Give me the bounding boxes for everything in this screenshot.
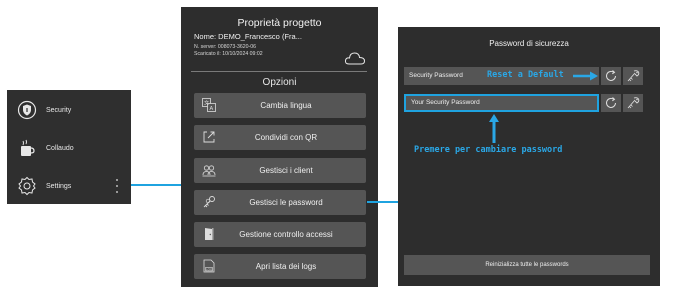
reset-default-icon[interactable] (601, 94, 621, 112)
connector-line (367, 201, 398, 203)
share-qr-button[interactable]: Condividi con QR (194, 125, 366, 150)
reset-default-annotation: Reset a Default (487, 70, 564, 80)
project-properties-panel: Proprietà progetto Nome: DEMO_Francesco … (181, 7, 378, 287)
edit-password-icon[interactable] (623, 94, 643, 112)
password-label: Security Password (409, 72, 463, 79)
screenshot-root: Security Collaudo Settings Proprietà pro… (0, 0, 700, 307)
manage-passwords-button[interactable]: Gestisci le password (194, 190, 366, 215)
manage-clients-button[interactable]: Gestisci i client (194, 158, 366, 183)
menu-item-collaudo[interactable]: Collaudo (7, 129, 131, 167)
menu-item-security[interactable]: Security (7, 91, 131, 129)
button-label: Condividi con QR (254, 133, 318, 142)
button-label: Apri lista dei logs (255, 262, 317, 271)
panel-title: Proprietà progetto (237, 17, 322, 29)
menu-item-label: Settings (46, 182, 72, 190)
menu-item-settings[interactable]: Settings (7, 167, 131, 205)
edit-password-icon[interactable] (623, 67, 643, 85)
access-control-button[interactable]: Gestione controllo accessi (194, 222, 366, 247)
panel-title: Password di sicurezza (489, 39, 569, 48)
menu-item-label: Security (46, 106, 72, 114)
button-label: Cambia lingua (260, 101, 312, 110)
language-icon: 文 A (202, 98, 216, 112)
open-logs-button[interactable]: LOG Apri lista dei logs (194, 254, 366, 279)
arrow-right-icon (573, 71, 598, 81)
your-security-password-row[interactable]: Your Security Password (404, 94, 599, 112)
left-menu-panel: Security Collaudo Settings (7, 90, 131, 204)
clients-icon (202, 163, 216, 177)
gear-icon (16, 175, 38, 197)
keys-icon (202, 195, 216, 209)
download-date: Scaricato il: 10/10/2024 09:02 (194, 51, 263, 57)
coffee-cup-icon (16, 137, 38, 159)
button-label: Gestisci i client (259, 166, 313, 175)
svg-text:A: A (210, 106, 214, 112)
log-file-icon: LOG (202, 259, 216, 273)
password-label: Your Security Password (411, 99, 480, 106)
cloud-icon[interactable] (344, 50, 366, 66)
shield-icon (16, 99, 38, 121)
project-name: Nome: DEMO_Francesco (Fra... (194, 32, 302, 41)
security-password-panel: Password di sicurezza Security Password … (398, 27, 660, 286)
button-label: Gestisci le password (249, 198, 323, 207)
svg-text:LOG: LOG (206, 268, 213, 272)
svg-text:文: 文 (204, 100, 209, 107)
divider (191, 71, 367, 72)
options-title: Opzioni (262, 77, 297, 88)
reset-default-icon[interactable] (601, 67, 621, 85)
button-label: Gestione controllo accessi (239, 230, 333, 239)
change-language-button[interactable]: 文 A Cambia lingua (194, 93, 366, 118)
reset-all-passwords-button[interactable]: Reinizializza tutte le passwords (404, 255, 650, 275)
share-icon (202, 130, 216, 144)
server-number: N. server: 008073-3620-06 (194, 44, 256, 50)
arrow-up-icon (489, 114, 499, 143)
more-options-icon[interactable] (116, 179, 119, 193)
door-icon (202, 227, 216, 241)
menu-item-label: Collaudo (46, 144, 74, 152)
change-password-annotation: Premere per cambiare password (414, 145, 563, 155)
connector-line (131, 184, 181, 186)
